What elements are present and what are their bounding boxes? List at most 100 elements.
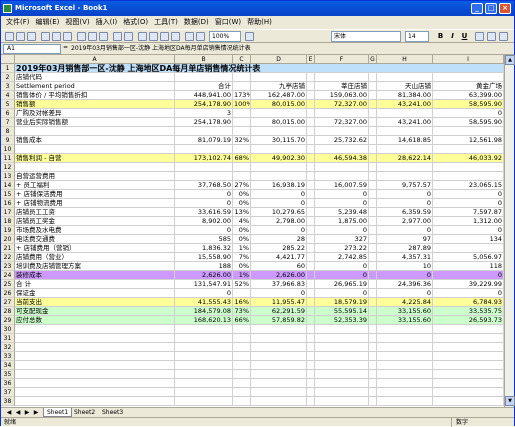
font-size-select[interactable]: 14 [405, 31, 429, 42]
cell-G12[interactable] [369, 163, 377, 172]
cell-E8[interactable] [307, 127, 315, 136]
copy-icon[interactable] [88, 32, 97, 41]
cell-H20[interactable]: 97 [377, 235, 433, 244]
cell-B33[interactable] [175, 352, 233, 361]
cell-A4[interactable]: 销售体价 / 平均销售折扣 [15, 91, 175, 100]
menu-item-4[interactable]: 格式(O) [120, 16, 151, 29]
cell-C21[interactable]: 1% [233, 244, 251, 253]
cell-E16[interactable] [307, 199, 315, 208]
cell-E24[interactable] [307, 271, 315, 280]
row-header[interactable]: 8 [1, 127, 15, 136]
cell-D23[interactable]: 60 [251, 262, 307, 271]
cell-I28[interactable]: 33,535.75 [433, 307, 504, 316]
cell-E13[interactable] [307, 172, 315, 181]
cell-A11[interactable]: 销售利润 - 自营 [15, 154, 175, 163]
cell-F35[interactable] [315, 370, 369, 379]
cell-A14[interactable]: + 员工福利 [15, 181, 175, 190]
row-header[interactable]: 32 [1, 343, 15, 352]
cell-D4[interactable]: 162,487.00 [251, 91, 307, 100]
cell-G10[interactable] [369, 145, 377, 154]
cell-B30[interactable] [175, 325, 233, 334]
cell-I29[interactable]: 26,593.73 [433, 316, 504, 325]
select-all-corner[interactable] [1, 55, 15, 64]
cell-I31[interactable] [433, 334, 504, 343]
cell-E30[interactable] [307, 325, 315, 334]
cell-F16[interactable]: 0 [315, 199, 369, 208]
column-header-H[interactable]: H [377, 55, 433, 64]
cell-C8[interactable] [233, 127, 251, 136]
cell-A16[interactable]: + 店铺物流费用 [15, 199, 175, 208]
cell-C26[interactable] [233, 289, 251, 298]
cell-B37[interactable] [175, 388, 233, 397]
cell-H25[interactable]: 24,396.36 [377, 280, 433, 289]
cell-C31[interactable] [233, 334, 251, 343]
cell-I5[interactable]: 58,595.90 [433, 100, 504, 109]
cell-F6[interactable] [315, 109, 369, 118]
cell-C9[interactable]: 32% [233, 136, 251, 145]
cell-H4[interactable]: 81,384.00 [377, 91, 433, 100]
cell-I11[interactable]: 46,033.92 [433, 154, 504, 163]
cell-D2[interactable] [251, 73, 307, 82]
cell-H13[interactable] [377, 172, 433, 181]
cell-C4[interactable]: 173% [233, 91, 251, 100]
cell-B12[interactable] [175, 163, 233, 172]
row-header[interactable]: 33 [1, 352, 15, 361]
cell-G3[interactable] [369, 82, 377, 91]
cell-A2[interactable]: 店铺代码 [15, 73, 175, 82]
cell-F3[interactable]: 莘庄店铺 [315, 82, 369, 91]
cell-I13[interactable] [433, 172, 504, 181]
cell-A27[interactable]: 当前支出 [15, 298, 175, 307]
cell-H15[interactable]: 0 [377, 190, 433, 199]
hyperlink-icon[interactable] [138, 32, 147, 41]
cell-A25[interactable]: 合 计 [15, 280, 175, 289]
cell-E37[interactable] [307, 388, 315, 397]
cell-D10[interactable] [251, 145, 307, 154]
cell-C17[interactable]: 13% [233, 208, 251, 217]
cell-E31[interactable] [307, 334, 315, 343]
cell-A28[interactable]: 可支配现金 [15, 307, 175, 316]
cell-G32[interactable] [369, 343, 377, 352]
cell-G15[interactable] [369, 190, 377, 199]
column-header-F[interactable]: F [315, 55, 369, 64]
cell-E21[interactable] [307, 244, 315, 253]
cell-G38[interactable] [369, 397, 377, 406]
cell-G14[interactable] [369, 181, 377, 190]
cell-F13[interactable] [315, 172, 369, 181]
row-header[interactable]: 28 [1, 307, 15, 316]
row-header[interactable]: 35 [1, 370, 15, 379]
row-header[interactable]: 31 [1, 334, 15, 343]
cell-D6[interactable] [251, 109, 307, 118]
cell-B6[interactable]: 3 [175, 109, 233, 118]
cell-A3[interactable]: Settlement period [15, 82, 175, 91]
maximize-button[interactable]: □ [485, 3, 497, 14]
cell-H34[interactable] [377, 361, 433, 370]
cell-G33[interactable] [369, 352, 377, 361]
cell-G17[interactable] [369, 208, 377, 217]
cell-E6[interactable] [307, 109, 315, 118]
cell-B15[interactable]: 0 [175, 190, 233, 199]
row-header[interactable]: 10 [1, 145, 15, 154]
cell-I36[interactable] [433, 379, 504, 388]
cell-H19[interactable]: 0 [377, 226, 433, 235]
cell-B35[interactable] [175, 370, 233, 379]
cell-H10[interactable] [377, 145, 433, 154]
cell-I12[interactable] [433, 163, 504, 172]
cell-D38[interactable] [251, 397, 307, 406]
cell-H33[interactable] [377, 352, 433, 361]
row-header[interactable]: 21 [1, 244, 15, 253]
cell-E38[interactable] [307, 397, 315, 406]
cell-F26[interactable]: 0 [315, 289, 369, 298]
cell-D35[interactable] [251, 370, 307, 379]
cell-I10[interactable] [433, 145, 504, 154]
menu-item-7[interactable]: 窗口(W) [212, 16, 244, 29]
cell-G36[interactable] [369, 379, 377, 388]
cell-G13[interactable] [369, 172, 377, 181]
cell-G31[interactable] [369, 334, 377, 343]
cell-F21[interactable]: 273.22 [315, 244, 369, 253]
cell-G26[interactable] [369, 289, 377, 298]
cell-D12[interactable] [251, 163, 307, 172]
cell-D13[interactable] [251, 172, 307, 181]
cell-B10[interactable] [175, 145, 233, 154]
cell-H18[interactable]: 2,977.00 [377, 217, 433, 226]
cell-F15[interactable]: 0 [315, 190, 369, 199]
